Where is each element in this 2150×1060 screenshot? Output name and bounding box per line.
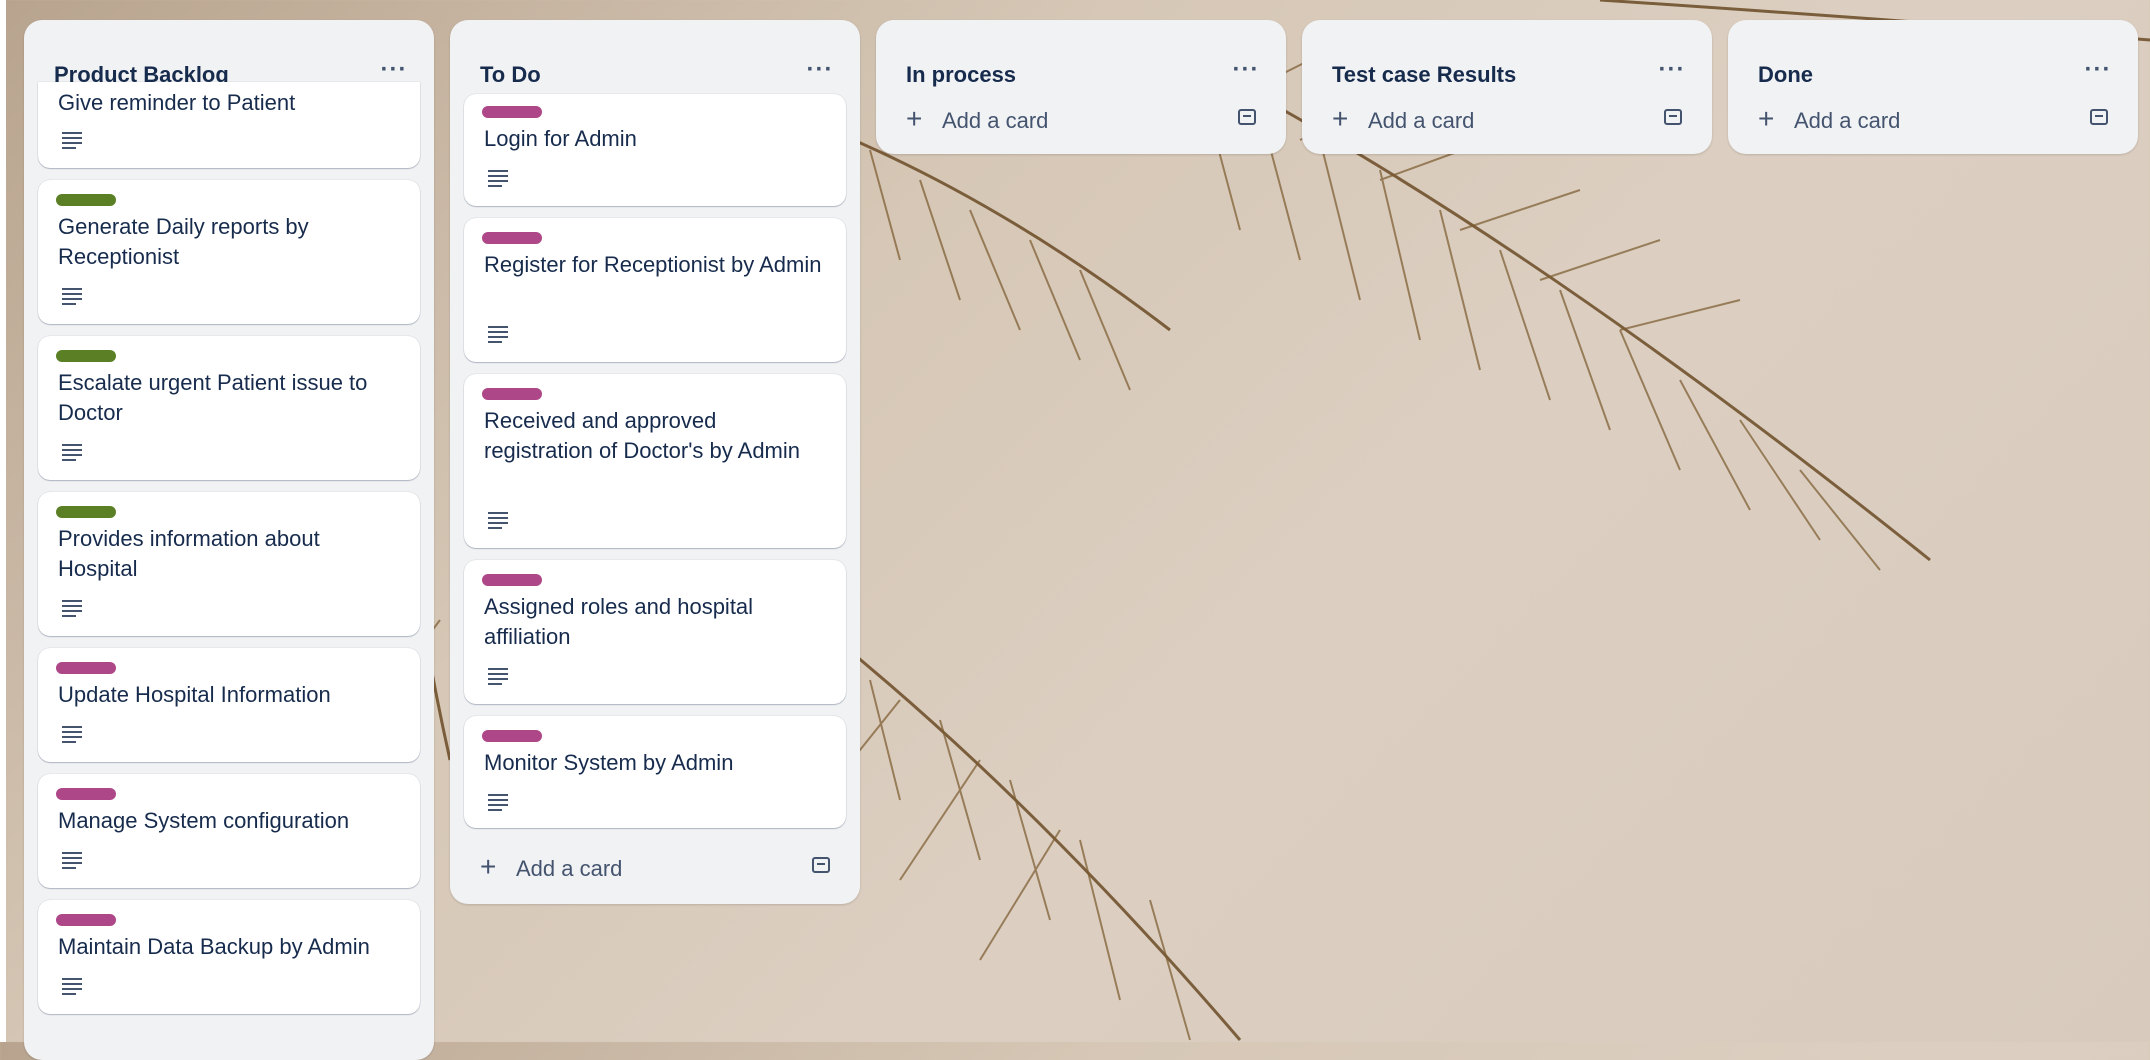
card-give-reminder[interactable]: Give reminder to Patient [38, 82, 420, 168]
list-done: Done ··· + Add a card [1728, 20, 2138, 154]
list-in-process: In process ··· + Add a card [876, 20, 1286, 154]
add-card-button[interactable]: + Add a card [882, 94, 1280, 144]
plus-icon: + [480, 851, 497, 882]
list-title: Done [1758, 62, 1813, 87]
card-title: Assigned roles and hospital affiliation [484, 594, 754, 649]
description-icon [488, 794, 508, 811]
description-icon [62, 852, 82, 869]
ellipsis-icon[interactable]: ··· [2078, 52, 2118, 88]
card-title: Escalate urgent Patient issue to Doctor [58, 370, 368, 425]
card-monitor-system[interactable]: Monitor System by Admin [464, 716, 846, 828]
card-manage-system-config[interactable]: Manage System configuration [38, 774, 420, 888]
card-provides-information[interactable]: Provides information about Hospital [38, 492, 420, 636]
list-to-do: To Do ··· Login for Admin Register for R… [450, 20, 860, 904]
label-green[interactable] [56, 194, 116, 206]
description-icon [488, 668, 508, 685]
card-assigned-roles[interactable]: Assigned roles and hospital affiliation [464, 560, 846, 704]
add-card-label: Add a card [1794, 108, 1901, 133]
card-register-receptionist[interactable]: Register for Receptionist by Admin [464, 218, 846, 362]
card-title: Monitor System by Admin [484, 750, 734, 775]
card-maintain-data-backup[interactable]: Maintain Data Backup by Admin [38, 900, 420, 1014]
label-pink[interactable] [56, 788, 116, 800]
list-title: In process [906, 62, 1017, 87]
description-icon [62, 132, 82, 149]
list-header: Test case Results ··· [1302, 20, 1712, 100]
label-pink[interactable] [56, 662, 116, 674]
description-icon [62, 726, 82, 743]
label-green[interactable] [56, 350, 116, 362]
card-title: Provides information about Hospital [58, 526, 320, 581]
card-generate-daily-reports[interactable]: Generate Daily reports by Receptionist [38, 180, 420, 324]
label-pink[interactable] [482, 388, 542, 400]
list-header: In process ··· [876, 20, 1286, 100]
card-login-for-admin[interactable]: Login for Admin [464, 94, 846, 206]
card-template-icon[interactable] [812, 857, 830, 873]
description-icon [62, 288, 82, 305]
card-update-hospital-info[interactable]: Update Hospital Information [38, 648, 420, 762]
card-template-icon[interactable] [1664, 109, 1682, 125]
card-title: Give reminder to Patient [58, 90, 296, 115]
description-icon [488, 170, 508, 187]
list-header: Done ··· [1728, 20, 2138, 100]
list-title: To Do [480, 62, 541, 87]
card-received-approved-registration[interactable]: Received and approved registration of Do… [464, 374, 846, 548]
board: Product Backlog ··· Give reminder to Pat… [0, 0, 2150, 1060]
list-title: Test case Results [1332, 62, 1517, 87]
card-escalate-urgent[interactable]: Escalate urgent Patient issue to Doctor [38, 336, 420, 480]
card-title: Manage System configuration [58, 808, 350, 833]
card-title: Received and approved registration of Do… [484, 408, 801, 463]
card-template-icon[interactable] [1238, 109, 1256, 125]
label-pink[interactable] [482, 106, 542, 118]
add-card-button[interactable]: + Add a card [456, 842, 854, 892]
card-template-icon[interactable] [2090, 109, 2108, 125]
card-title: Update Hospital Information [58, 682, 331, 707]
add-card-button[interactable]: + Add a card [1308, 94, 1706, 144]
label-pink[interactable] [482, 232, 542, 244]
list-header: To Do ··· [450, 20, 860, 100]
label-pink[interactable] [482, 574, 542, 586]
label-pink[interactable] [482, 730, 542, 742]
label-pink[interactable] [56, 914, 116, 926]
description-icon [488, 326, 508, 343]
add-card-label: Add a card [1368, 108, 1475, 133]
card-title: Generate Daily reports by Receptionist [58, 214, 309, 269]
ellipsis-icon[interactable]: ··· [1652, 52, 1692, 88]
list-test-case-results: Test case Results ··· + Add a card [1302, 20, 1712, 154]
card-title: Login for Admin [484, 126, 637, 151]
card-title: Maintain Data Backup by Admin [58, 934, 370, 959]
add-card-button[interactable]: + Add a card [1734, 94, 2132, 144]
plus-icon: + [906, 103, 923, 134]
ellipsis-icon[interactable]: ··· [800, 52, 840, 88]
description-icon [62, 600, 82, 617]
card-title: Register for Receptionist by Admin [484, 252, 822, 277]
ellipsis-icon[interactable]: ··· [1226, 52, 1266, 88]
add-card-label: Add a card [516, 856, 623, 881]
plus-icon: + [1332, 103, 1349, 134]
add-card-label: Add a card [942, 108, 1049, 133]
description-icon [488, 512, 508, 529]
list-product-backlog: Product Backlog ··· Give reminder to Pat… [24, 20, 434, 1060]
description-icon [62, 444, 82, 461]
plus-icon: + [1758, 103, 1775, 134]
label-green[interactable] [56, 506, 116, 518]
description-icon [62, 978, 82, 995]
